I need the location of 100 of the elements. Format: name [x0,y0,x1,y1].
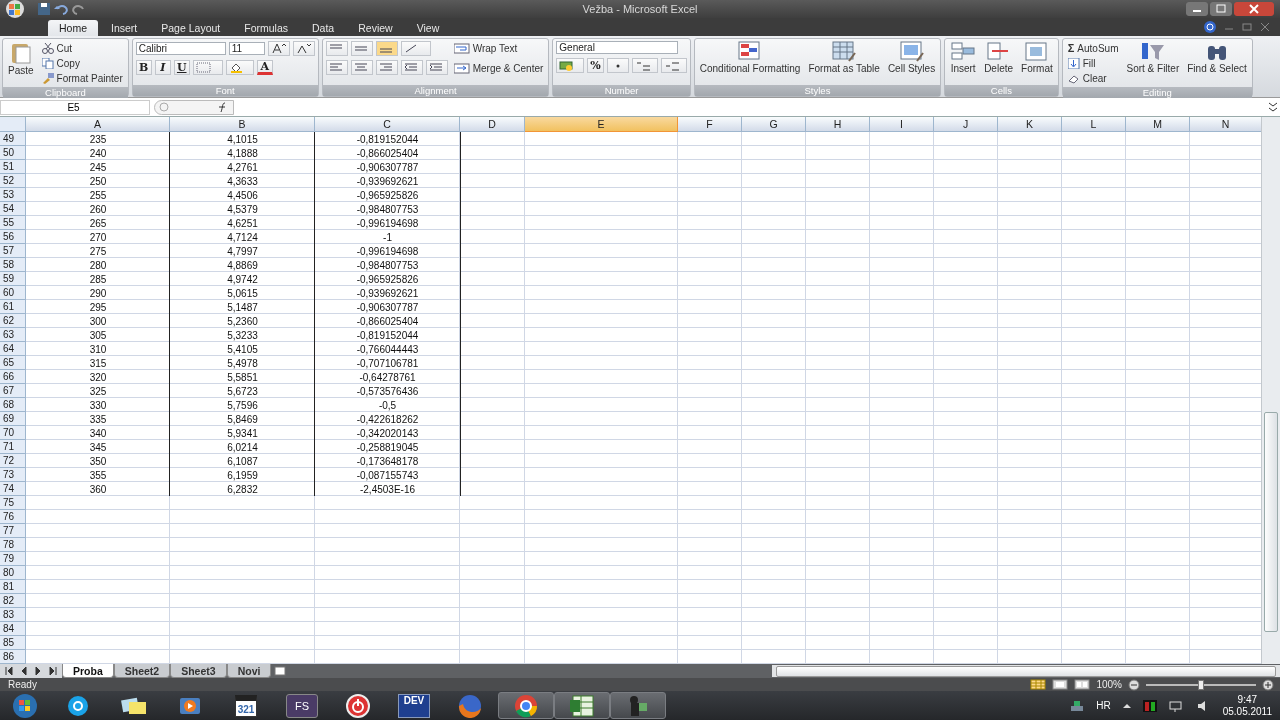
row-header[interactable]: 71 [0,440,26,454]
network-icon[interactable] [1168,699,1185,712]
ribbon-tab[interactable]: Data [301,20,346,36]
row-header[interactable]: 55 [0,216,26,230]
language-indicator[interactable]: HR [1096,700,1111,711]
row-header[interactable]: 69 [0,412,26,426]
column-header[interactable]: G [742,117,806,132]
row-header[interactable]: 70 [0,426,26,440]
sheet-tab[interactable]: Sheet3 [170,664,227,678]
sort-filter-icon[interactable] [1139,41,1166,63]
minimize-icon[interactable] [1186,2,1208,16]
format-cells-icon[interactable] [1023,41,1050,63]
decrease-indent-icon[interactable] [403,62,420,73]
page-layout-icon[interactable] [1052,679,1069,690]
row-header[interactable]: 82 [0,594,26,608]
column-header[interactable]: J [934,117,998,132]
ribbon-button[interactable]: Copy [39,56,125,70]
ribbon-button[interactable]: Delete [982,41,1016,74]
copy-icon[interactable] [41,57,54,69]
underline-button[interactable]: U [173,60,190,75]
taskbar-button[interactable] [610,692,666,719]
row-header[interactable]: 49 [0,132,26,146]
column-header[interactable]: L [1062,117,1126,132]
grow-font-icon[interactable] [270,43,287,54]
zoom-out-icon[interactable] [1128,678,1140,691]
dropdown-field[interactable]: Calibri [135,42,226,55]
scissors-icon[interactable] [41,42,54,54]
meter-icon[interactable] [1142,698,1157,713]
shrink-font-icon[interactable] [295,43,312,54]
row-header[interactable]: 83 [0,608,26,622]
expand-icon[interactable] [1268,101,1278,113]
wrap-text-icon[interactable] [453,42,470,54]
close-icon[interactable] [1260,21,1270,33]
taskbar-button[interactable] [498,692,554,719]
row-header[interactable]: 59 [0,272,26,286]
close-icon[interactable] [1234,2,1274,16]
row-header[interactable]: 61 [0,300,26,314]
row-header[interactable]: 74 [0,482,26,496]
row-header[interactable]: 85 [0,636,26,650]
ribbon-tab[interactable]: Formulas [233,20,299,36]
dropdown-field[interactable]: General [556,41,679,54]
sheet-nav-icon[interactable] [4,665,16,677]
align-middle-icon[interactable] [353,43,370,54]
taskbar-button[interactable]: 321 [218,692,274,719]
flag-icon[interactable] [1070,699,1085,712]
page-break-icon[interactable] [1074,679,1091,690]
sheet-nav-icon[interactable] [46,665,58,677]
ribbon-tab[interactable]: Review [347,20,404,36]
row-header[interactable]: 54 [0,202,26,216]
row-header[interactable]: 79 [0,552,26,566]
row-header[interactable]: 84 [0,622,26,636]
column-header[interactable]: I [870,117,934,132]
align-right-icon[interactable] [378,62,395,73]
zoom-slider[interactable] [1198,679,1204,690]
fill-down-icon[interactable] [1067,57,1080,69]
ribbon-button[interactable]: Insert [948,41,979,74]
row-header[interactable]: 60 [0,286,26,300]
italic-button[interactable]: I [154,60,171,75]
column-header[interactable]: A [26,117,170,132]
ribbon-button[interactable]: Cell Styles [885,41,938,74]
row-header[interactable]: 56 [0,230,26,244]
sheet-tab[interactable]: Proba [62,664,114,678]
column-header[interactable]: F [678,117,742,132]
ribbon-button[interactable]: Merge & Center [451,61,546,75]
row-header[interactable]: 51 [0,160,26,174]
row-header[interactable]: 64 [0,342,26,356]
row-header[interactable]: 65 [0,356,26,370]
ribbon-button[interactable]: Σ AutoSum [1065,41,1121,55]
row-header[interactable]: 76 [0,510,26,524]
ribbon-tab[interactable]: Page Layout [150,20,232,36]
column-header[interactable]: D [460,117,525,132]
vertical-scrollbar[interactable] [1261,117,1280,664]
ribbon-button[interactable]: Format Painter [39,71,125,85]
ribbon-tab[interactable]: Insert [100,20,149,36]
ribbon-button[interactable]: Format [1019,41,1055,74]
ribbon-tab[interactable]: Home [48,20,98,36]
ribbon-tab[interactable]: View [405,20,451,36]
redo-icon[interactable] [72,3,86,15]
column-header[interactable]: M [1126,117,1190,132]
ribbon-button[interactable]: Paste [6,41,36,76]
clock-date[interactable]: 05.05.2011 [1222,705,1272,718]
table-icon[interactable] [831,41,858,63]
ribbon-button[interactable]: Format as Table [806,41,882,74]
sheet-tab[interactable]: Novi [226,664,272,678]
row-header[interactable]: 67 [0,384,26,398]
bold-button[interactable]: B [135,60,152,75]
row-header[interactable]: 53 [0,188,26,202]
align-center-icon[interactable] [353,62,370,73]
maximize-icon[interactable] [1210,2,1232,16]
percent-button[interactable]: % [587,58,604,73]
row-header[interactable]: 68 [0,398,26,412]
column-header[interactable]: E [525,117,678,132]
clock-time[interactable]: 9:47 [1237,693,1258,706]
row-header[interactable]: 73 [0,468,26,482]
row-header[interactable]: 52 [0,174,26,188]
increase-indent-icon[interactable] [428,62,445,73]
ribbon-button[interactable]: Find & Select [1185,41,1249,74]
row-header[interactable]: 81 [0,580,26,594]
row-header[interactable]: 66 [0,370,26,384]
row-header[interactable]: 86 [0,650,26,664]
